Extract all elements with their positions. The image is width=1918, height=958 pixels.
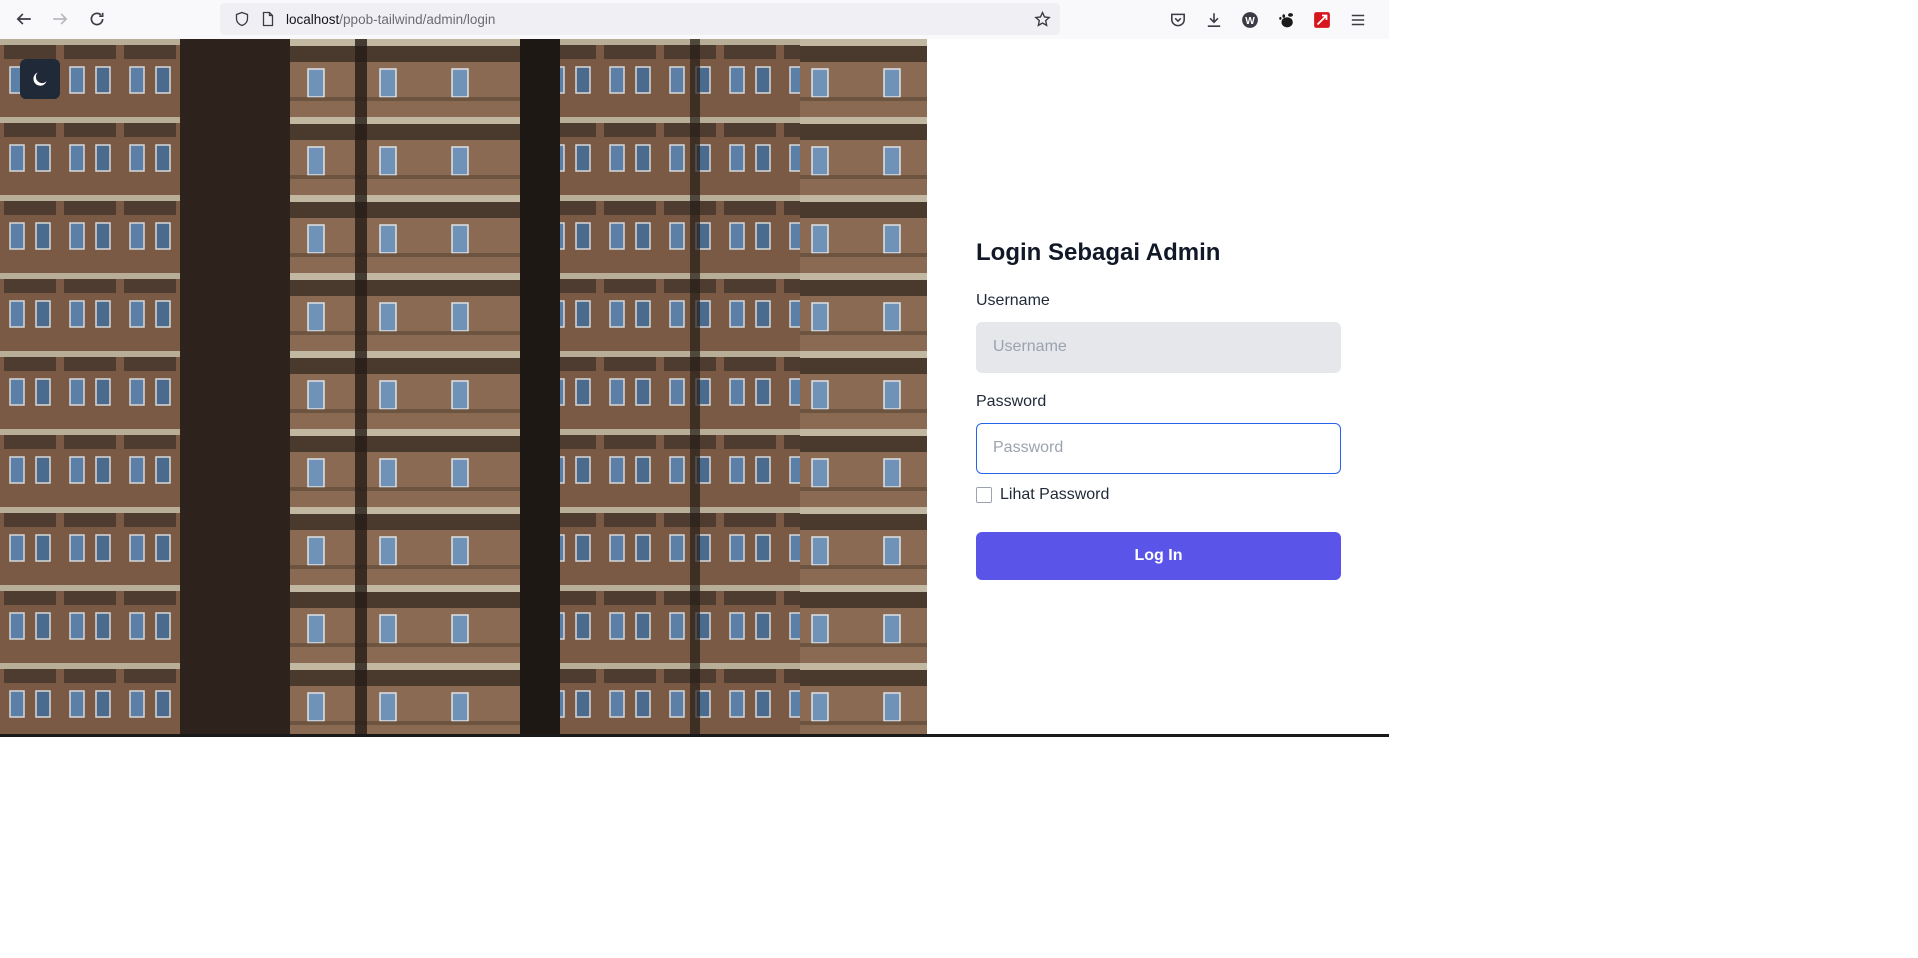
login-form: Login Sebagai Admin Username Password Li…	[976, 239, 1341, 580]
toolbar-buttons: W	[1160, 2, 1376, 38]
back-button[interactable]	[6, 1, 42, 37]
pocket-button[interactable]	[1160, 2, 1196, 38]
star-icon	[1033, 10, 1051, 27]
page-viewport: Login Sebagai Admin Username Password Li…	[0, 39, 1389, 735]
dark-mode-toggle[interactable]	[20, 59, 60, 99]
app-menu-button[interactable]	[1340, 2, 1376, 38]
login-button[interactable]: Log In	[976, 531, 1341, 580]
gnome-extension-button[interactable]	[1268, 2, 1304, 38]
url-text[interactable]: localhost/ppob-tailwind/admin/login	[286, 12, 495, 27]
gnome-extension-icon	[1279, 13, 1293, 28]
url-host: localhost	[286, 11, 340, 27]
forward-button[interactable]	[42, 1, 78, 37]
viewport-bottom-border	[0, 734, 1389, 737]
url-path: /ppob-tailwind/admin/login	[339, 11, 496, 27]
username-input[interactable]	[976, 321, 1341, 373]
browser-toolbar: localhost/ppob-tailwind/admin/login W	[0, 0, 1389, 39]
w-extension-icon: W	[1242, 12, 1258, 28]
moon-icon	[33, 72, 47, 86]
red-extension-button[interactable]	[1304, 2, 1340, 38]
url-bar[interactable]: localhost/ppob-tailwind/admin/login	[220, 3, 1060, 35]
page-icon[interactable]	[256, 7, 280, 31]
show-password-checkbox[interactable]	[976, 486, 992, 503]
svg-text:W: W	[1245, 16, 1255, 27]
shield-icon[interactable]	[230, 7, 254, 31]
hamburger-menu-icon	[1351, 14, 1365, 26]
red-extension-icon	[1314, 12, 1330, 28]
arrow-left-icon	[16, 13, 31, 25]
password-label: Password	[976, 392, 1047, 410]
username-label: Username	[976, 291, 1050, 309]
w-extension-button[interactable]: W	[1232, 2, 1268, 38]
bookmark-star-button[interactable]	[1030, 7, 1054, 31]
show-password-row[interactable]: Lihat Password	[976, 486, 1341, 504]
reload-icon	[90, 12, 104, 26]
downloads-button[interactable]	[1196, 2, 1232, 38]
password-input[interactable]	[976, 422, 1341, 474]
pocket-icon	[1171, 13, 1185, 27]
show-password-label[interactable]: Lihat Password	[1000, 486, 1109, 504]
login-title: Login Sebagai Admin	[976, 239, 1221, 266]
reload-button[interactable]	[79, 1, 115, 37]
building-photo	[0, 39, 927, 735]
arrow-right-icon	[53, 13, 68, 25]
download-icon	[1207, 13, 1221, 27]
